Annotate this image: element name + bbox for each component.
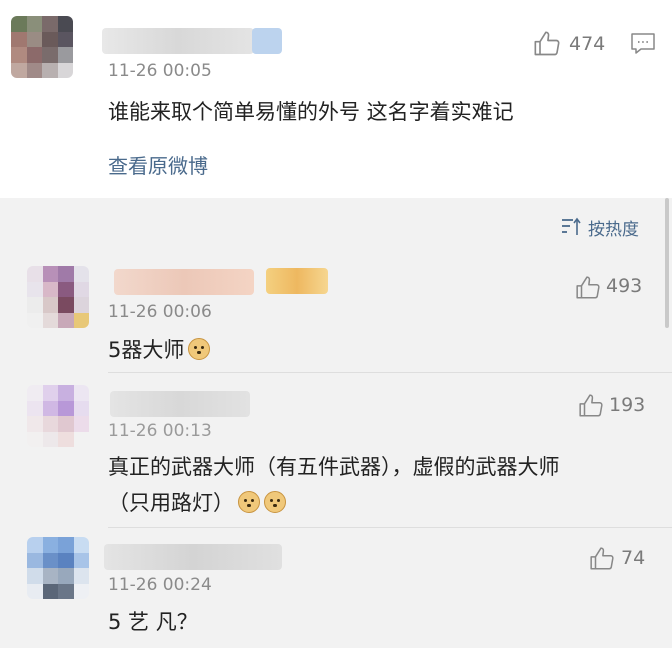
reply-text-line1: 真正的武器大师（有五件武器），虚假的武器大师 (108, 455, 560, 479)
user-badge-blurred (252, 28, 282, 54)
username-blurred[interactable] (114, 269, 254, 295)
doge-emoji-icon (188, 338, 211, 360)
doge-emoji-icon (238, 491, 260, 513)
username-blurred[interactable] (102, 28, 254, 54)
avatar[interactable] (11, 16, 73, 78)
reply-text-row: 5器大师 (108, 334, 211, 364)
reply-text-line2: （只用路灯） (108, 491, 234, 515)
reply-text: 5 艺 凡？ (108, 610, 198, 634)
like-count: 193 (609, 394, 646, 416)
reply-text-row: （只用路灯） (108, 487, 286, 517)
username-blurred[interactable] (104, 544, 282, 570)
comment-time: 11-26 00:05 (108, 61, 212, 81)
like-count: 74 (621, 547, 646, 569)
username-blurred[interactable] (110, 391, 250, 417)
thumbs-up-icon[interactable] (589, 546, 615, 572)
sort-by-hot-button[interactable]: 按热度 (588, 215, 639, 240)
divider (108, 527, 672, 528)
user-badge-blurred (266, 268, 328, 294)
thumbs-up-icon[interactable] (575, 275, 601, 301)
scrollbar[interactable] (665, 198, 669, 328)
view-original-weibo-link[interactable]: 查看原微博 (108, 150, 208, 179)
thumbs-up-icon[interactable] (578, 393, 604, 419)
avatar[interactable] (27, 385, 89, 447)
avatar[interactable] (27, 537, 89, 599)
divider (108, 372, 672, 373)
comment-icon[interactable] (630, 32, 656, 56)
reply-time: 11-26 00:24 (108, 575, 212, 595)
thumbs-up-icon[interactable] (533, 30, 561, 58)
reply-time: 11-26 00:06 (108, 302, 212, 322)
like-count: 474 (569, 33, 606, 55)
reply-text: 5器大师 (108, 338, 185, 362)
like-count: 493 (606, 275, 643, 297)
avatar[interactable] (27, 266, 89, 328)
reply-time: 11-26 00:13 (108, 421, 212, 441)
sort-icon[interactable] (561, 217, 583, 237)
comment-text: 谁能来取个简单易懂的外号 这名字着实难记 (108, 100, 514, 124)
doge-emoji-icon (264, 491, 286, 513)
